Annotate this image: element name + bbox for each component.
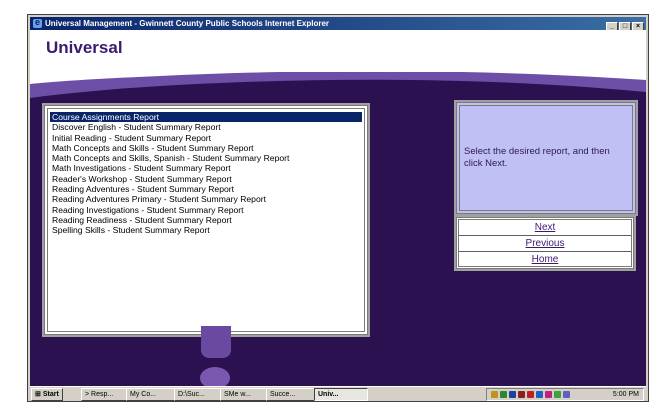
tray-icon[interactable]	[554, 391, 561, 398]
tray-icons	[491, 391, 572, 402]
main-content: Course Assignments Report Discover Englis…	[30, 72, 646, 386]
taskbar-button[interactable]: > Resp...	[81, 388, 129, 401]
window-title: Universal Management - Gwinnett County P…	[45, 19, 330, 28]
tray-icon[interactable]	[518, 391, 525, 398]
report-listbox[interactable]: Course Assignments Report Discover Englis…	[48, 109, 364, 239]
start-label: Start	[42, 391, 59, 398]
taskbar-button[interactable]: D:\Suc...	[174, 388, 223, 401]
report-option[interactable]: Discover English - Student Summary Repor…	[50, 122, 362, 132]
tray-icon[interactable]	[509, 391, 516, 398]
report-list-box[interactable]: Course Assignments Report Discover Englis…	[42, 103, 370, 337]
instruction-panel: Select the desired report, and then clic…	[454, 100, 638, 216]
taskbar-button[interactable]: Univ...	[314, 388, 368, 401]
taskbar: ⊞ Start > Resp... My Co... D:\Suc... SMe w.…	[30, 386, 646, 401]
taskbar-button[interactable]: My Co...	[126, 388, 177, 401]
ie-icon	[33, 17, 42, 29]
report-option[interactable]: Initial Reading - Student Summary Report	[50, 133, 362, 143]
minimize-button[interactable]: _	[606, 22, 618, 30]
tray-icon[interactable]	[527, 391, 534, 398]
report-option[interactable]: Math Concepts and Skills - Student Summa…	[50, 143, 362, 153]
taskbar-button[interactable]: Succe...	[266, 388, 317, 401]
close-button[interactable]: ×	[632, 22, 644, 30]
tray-icon[interactable]	[563, 391, 570, 398]
previous-link[interactable]: Previous	[459, 236, 631, 252]
tray-icon[interactable]	[536, 391, 543, 398]
page-header: Universal	[30, 30, 646, 72]
tray-icon[interactable]	[491, 391, 498, 398]
navigation-panel: Next Previous Home	[454, 215, 636, 271]
report-option[interactable]: Spelling Skills - Student Summary Report	[50, 225, 362, 235]
maximize-button[interactable]: □	[619, 22, 631, 30]
tray-icon[interactable]	[545, 391, 552, 398]
browser-window: Universal Management - Gwinnett County P…	[27, 14, 649, 402]
report-option[interactable]: Reading Investigations - Student Summary…	[50, 205, 362, 215]
instruction-text: Select the desired report, and then clic…	[464, 146, 610, 169]
page-title: Universal	[46, 38, 123, 57]
report-option[interactable]: Math Investigations - Student Summary Re…	[50, 163, 362, 173]
title-bar: Universal Management - Gwinnett County P…	[30, 17, 646, 30]
system-tray: 5:00 PM	[486, 388, 644, 401]
windows-flag-icon: ⊞	[35, 391, 41, 398]
taskbar-button[interactable]: SMe w...	[220, 388, 269, 401]
report-option[interactable]: Course Assignments Report	[50, 112, 362, 123]
report-option[interactable]: Math Concepts and Skills, Spanish - Stud…	[50, 153, 362, 163]
report-option[interactable]: Reading Adventures - Student Summary Rep…	[50, 184, 362, 194]
window-controls: _ □ ×	[605, 19, 644, 30]
start-button[interactable]: ⊞ Start	[31, 388, 63, 401]
clock: 5:00 PM	[612, 391, 639, 398]
ball-decoration	[200, 367, 230, 386]
report-option[interactable]: Reader's Workshop - Student Summary Repo…	[50, 174, 362, 184]
tray-icon[interactable]	[500, 391, 507, 398]
report-option[interactable]: Reading Adventures Primary - Student Sum…	[50, 194, 362, 204]
capsule-decoration	[201, 326, 231, 358]
report-option[interactable]: Reading Readiness - Student Summary Repo…	[50, 215, 362, 225]
home-link[interactable]: Home	[459, 252, 631, 267]
next-link[interactable]: Next	[459, 220, 631, 236]
